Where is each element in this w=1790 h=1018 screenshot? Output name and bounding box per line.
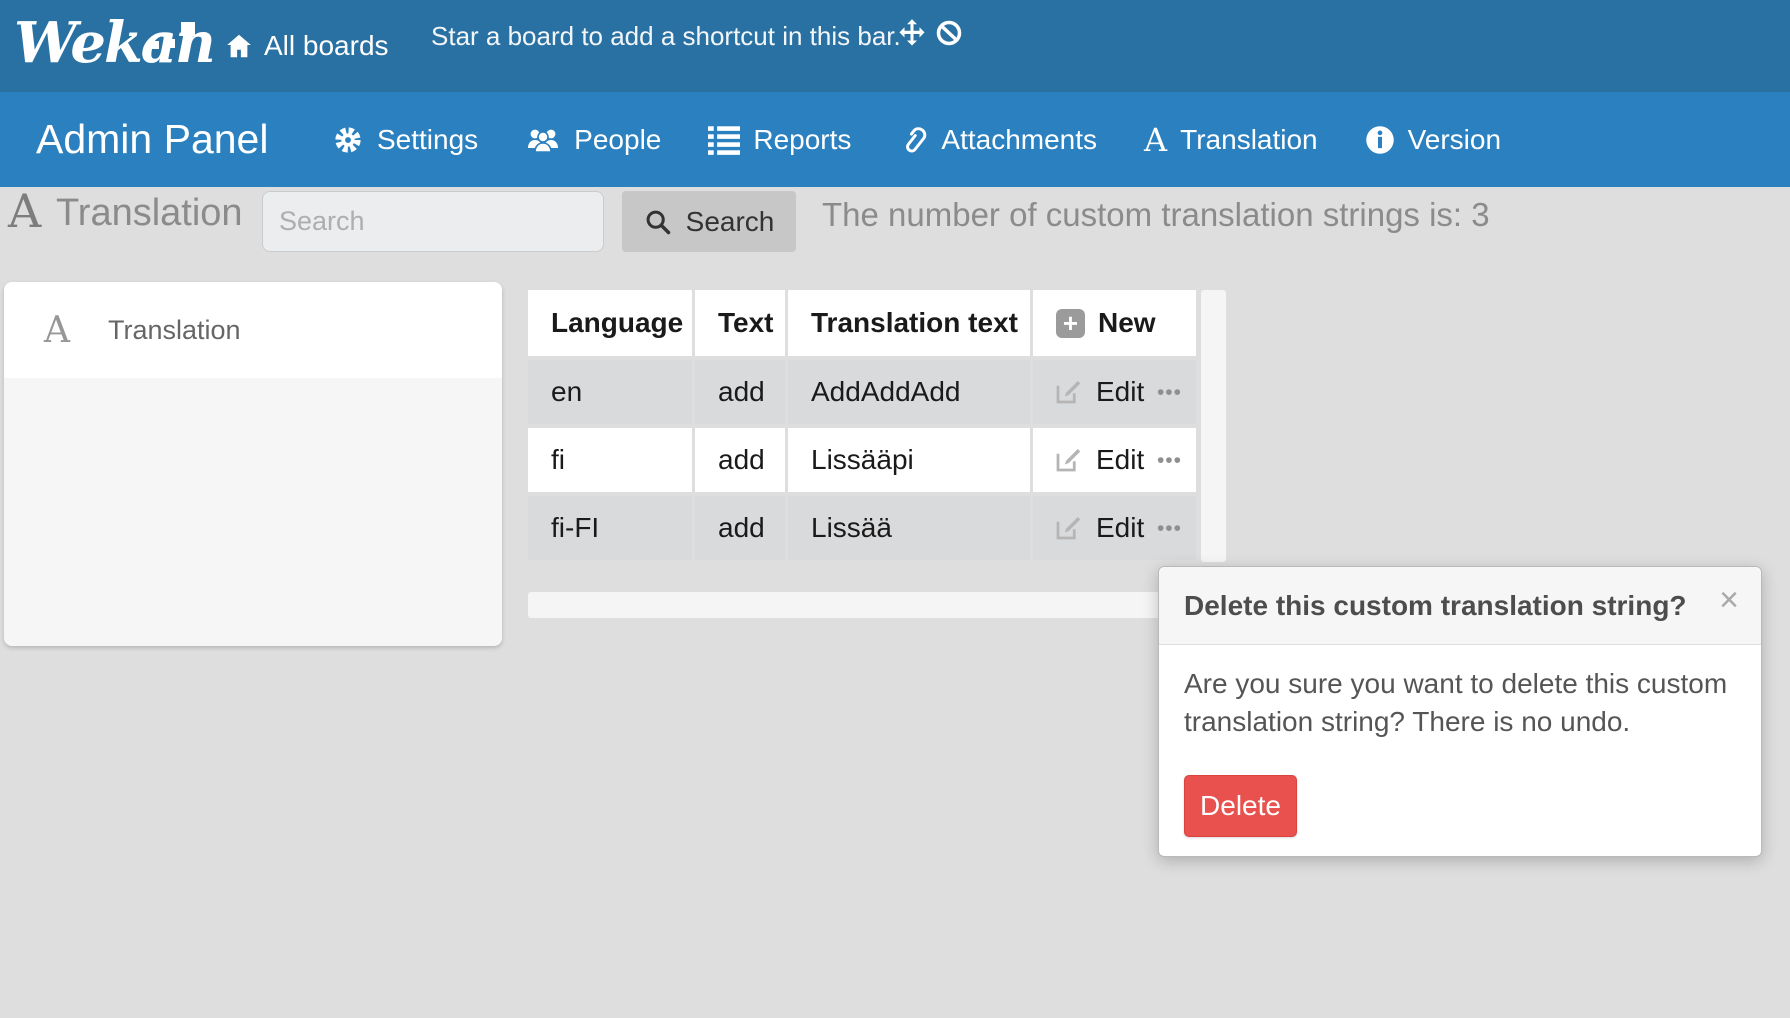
- edit-pencil-icon: [1053, 445, 1083, 475]
- ban-icon: [935, 19, 963, 47]
- row-actions: Edit •••: [1033, 428, 1196, 492]
- nav-label: Translation: [1180, 124, 1317, 156]
- cell-language: fi: [528, 428, 692, 492]
- edit-button[interactable]: Edit: [1053, 444, 1144, 476]
- info-icon: [1365, 125, 1395, 155]
- new-label: New: [1098, 307, 1156, 339]
- edit-button[interactable]: Edit: [1053, 512, 1144, 544]
- nav-label: Settings: [377, 124, 478, 156]
- dialog-title: Delete this custom translation string?: [1184, 590, 1687, 622]
- list-icon: [708, 125, 740, 155]
- gear-icon: [332, 124, 364, 156]
- nav-label: Version: [1408, 124, 1501, 156]
- nav-settings[interactable]: Settings: [332, 124, 478, 156]
- nav-label: People: [574, 124, 661, 156]
- star-board-hint: Star a board to add a shortcut in this b…: [431, 0, 901, 72]
- search-icon: [644, 208, 672, 236]
- people-icon: [525, 125, 561, 155]
- sidebar-panel: A Translation: [4, 282, 502, 646]
- nav-label: Reports: [753, 124, 851, 156]
- cell-translation: Lissääpi: [788, 428, 1030, 492]
- logo-pixel-icon: [165, 39, 175, 48]
- move-icon: [897, 18, 927, 48]
- page-title: Translation: [56, 192, 243, 235]
- cell-text: add: [695, 496, 785, 560]
- letter-a-icon: A: [44, 310, 80, 351]
- table-vertical-scrollbar[interactable]: [1201, 290, 1226, 562]
- more-options-icon[interactable]: •••: [1157, 518, 1182, 539]
- edit-label: Edit: [1096, 376, 1144, 408]
- column-header-translation-text: Translation text: [788, 290, 1030, 356]
- close-icon[interactable]: ×: [1719, 583, 1739, 617]
- delete-button[interactable]: Delete: [1184, 775, 1297, 837]
- translations-table: Language Text Translation text + New en …: [528, 290, 1196, 560]
- row-actions: Edit •••: [1033, 496, 1196, 560]
- letter-a-icon: A: [1144, 124, 1167, 156]
- cell-language: fi-FI: [528, 496, 692, 560]
- nav-reports[interactable]: Reports: [708, 124, 851, 156]
- paperclip-icon: [898, 124, 928, 156]
- edit-button[interactable]: Edit: [1053, 376, 1144, 408]
- plus-icon: +: [1056, 309, 1085, 338]
- all-boards-label: All boards: [264, 30, 389, 62]
- more-options-icon[interactable]: •••: [1157, 450, 1182, 471]
- column-header-text: Text: [695, 290, 785, 356]
- admin-nav-bar: Admin Panel Settings: [0, 92, 1790, 187]
- column-header-language: Language: [528, 290, 692, 356]
- edit-pencil-icon: [1053, 377, 1083, 407]
- cell-translation: Lissää: [788, 496, 1030, 560]
- nav-version[interactable]: Version: [1365, 124, 1501, 156]
- admin-panel-title: Admin Panel: [36, 92, 268, 187]
- edit-label: Edit: [1096, 512, 1144, 544]
- dialog-body-text: Are you sure you want to delete this cus…: [1184, 665, 1736, 741]
- letter-a-icon: A: [8, 184, 52, 238]
- wekan-admin-screen: Wekan All boards Star a board to add a s…: [0, 0, 1790, 1018]
- translation-count-text: The number of custom translation strings…: [822, 196, 1490, 234]
- search-input[interactable]: [262, 191, 604, 252]
- nav-attachments[interactable]: Attachments: [898, 124, 1097, 156]
- edit-pencil-icon: [1053, 513, 1083, 543]
- wekan-logo[interactable]: Wekan: [14, 10, 214, 76]
- nav-label: Attachments: [941, 124, 1097, 156]
- row-actions: Edit •••: [1033, 360, 1196, 424]
- dialog-header: Delete this custom translation string?: [1159, 567, 1761, 645]
- sidebar-item-translation[interactable]: A Translation: [4, 282, 502, 378]
- all-boards-link[interactable]: All boards: [224, 0, 389, 92]
- cell-language: en: [528, 360, 692, 424]
- search-button[interactable]: Search: [622, 191, 796, 252]
- logo-pixel-icon: [181, 22, 195, 36]
- table-horizontal-scrollbar[interactable]: [528, 592, 1196, 618]
- cell-text: add: [695, 428, 785, 492]
- nav-translation[interactable]: A Translation: [1144, 124, 1318, 156]
- home-icon: [224, 31, 254, 61]
- delete-confirmation-dialog: Delete this custom translation string? ×…: [1158, 566, 1762, 857]
- more-options-icon[interactable]: •••: [1157, 382, 1182, 403]
- cell-text: add: [695, 360, 785, 424]
- logo-pixel-icon: [151, 41, 159, 49]
- new-translation-button[interactable]: + New: [1033, 290, 1196, 356]
- nav-people[interactable]: People: [525, 124, 661, 156]
- cell-translation: AddAddAdd: [788, 360, 1030, 424]
- sidebar-item-label: Translation: [108, 315, 241, 346]
- top-bar: Wekan All boards Star a board to add a s…: [0, 0, 1790, 92]
- search-button-label: Search: [686, 206, 775, 238]
- edit-label: Edit: [1096, 444, 1144, 476]
